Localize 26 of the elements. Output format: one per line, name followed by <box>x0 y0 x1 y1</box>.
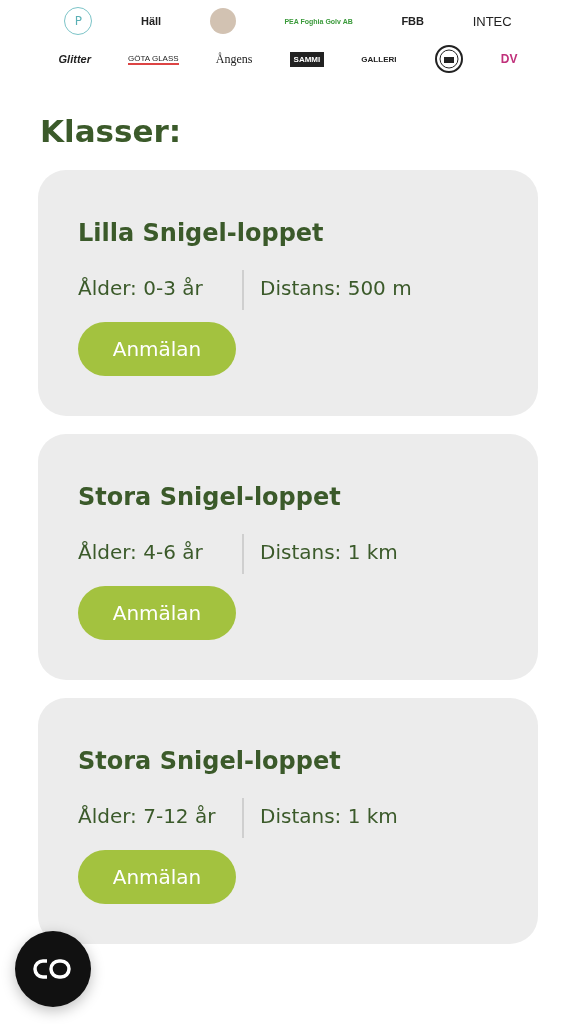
logo: Häll <box>140 15 162 27</box>
section-heading: Klasser: <box>40 112 183 151</box>
age-text: Ålder: 7-12 år <box>78 798 244 838</box>
logo-disc-icon <box>209 8 236 34</box>
register-button[interactable]: Anmälan <box>78 322 236 376</box>
class-title: Stora Snigel-loppet <box>78 482 342 513</box>
distance-text: Distans: 1 km <box>259 539 398 566</box>
chat-button[interactable] <box>15 931 91 1007</box>
register-button[interactable]: Anmälan <box>78 850 236 904</box>
logo: GALLERI <box>361 54 397 64</box>
distance-text: Distans: 1 km <box>259 803 398 830</box>
logo: Glitter <box>58 53 91 65</box>
logo: Ångens <box>215 51 253 67</box>
age-text: Ålder: 0-3 år <box>78 270 244 310</box>
logo: SAMMI <box>289 51 325 67</box>
logo: FBB <box>401 15 424 27</box>
seal-icon <box>433 44 464 74</box>
distance-text: Distans: 500 m <box>259 275 412 302</box>
logo: DV <box>500 52 518 66</box>
logo: GÖTA GLASS <box>128 53 179 65</box>
class-title: Stora Snigel-loppet <box>78 746 342 777</box>
logo: INTEC <box>472 13 512 29</box>
register-button[interactable]: Anmälan <box>78 586 236 640</box>
chat-icon <box>33 957 73 981</box>
class-title: Lilla Snigel-loppet <box>78 218 325 249</box>
age-text: Ålder: 4-6 år <box>78 534 244 574</box>
